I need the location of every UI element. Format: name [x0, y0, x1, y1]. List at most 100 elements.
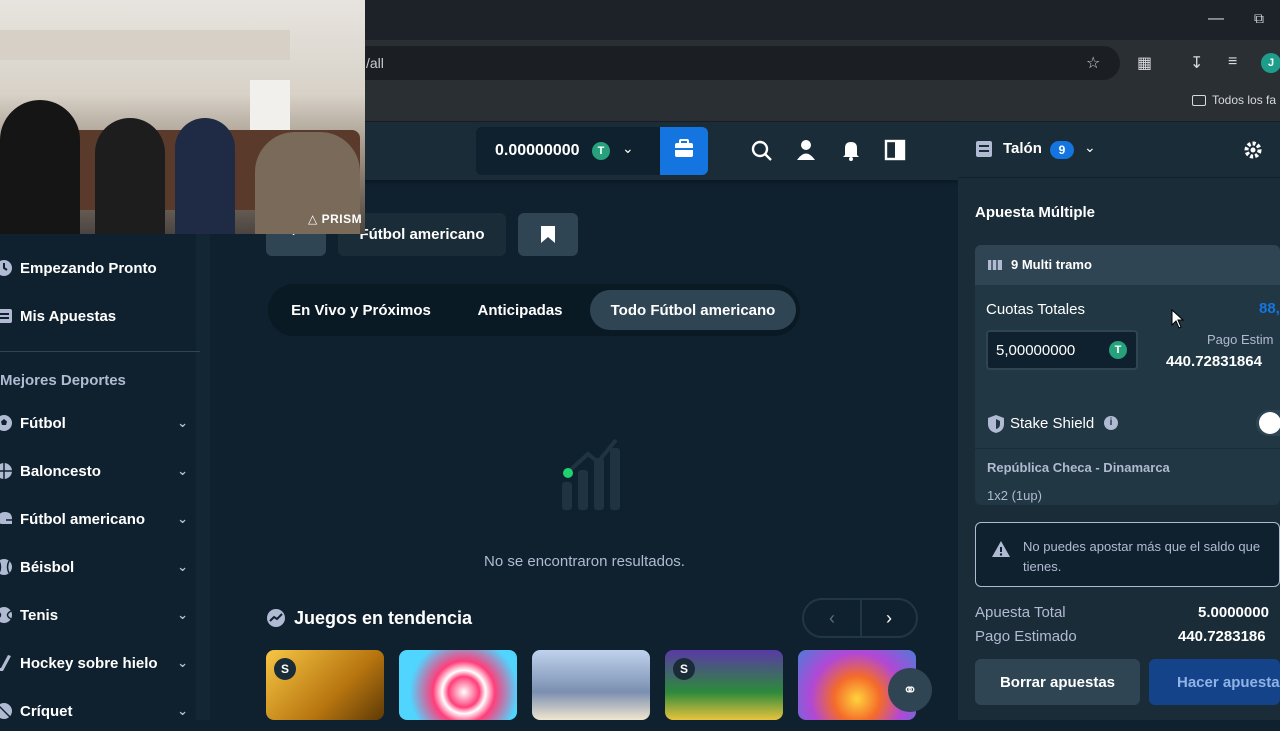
estimated-payout-value: 440.72831864 — [1166, 353, 1262, 370]
trending-title: Juegos en tendencia — [294, 608, 473, 628]
person — [175, 118, 235, 234]
tether-icon: T — [592, 142, 610, 160]
sidebar-divider — [0, 351, 200, 352]
sidebar-item-label: Béisbol — [20, 558, 75, 576]
folder-icon — [1192, 94, 1206, 106]
sidebar-item-ice-hockey[interactable]: Hockey sobre hielo ⌄ — [0, 643, 200, 683]
carousel-next-button[interactable]: › — [862, 600, 916, 636]
sidebar-item-label: Fútbol — [20, 414, 66, 432]
game-card[interactable]: S — [266, 650, 384, 720]
person — [0, 100, 80, 234]
download-icon[interactable]: ↧ — [1190, 53, 1203, 73]
wallet-button[interactable] — [660, 127, 708, 175]
total-bet-value: 5.0000000 — [1198, 604, 1269, 621]
betslip-title: Talón — [1003, 140, 1042, 157]
minimize-icon[interactable]: — — [1208, 10, 1224, 28]
address-text: /all — [366, 55, 384, 71]
cricket-ball-icon — [0, 703, 12, 719]
sidebar-item-baseball[interactable]: Béisbol ⌄ — [0, 547, 200, 587]
betslip-toggle-icon[interactable] — [884, 139, 906, 161]
stake-value: 5,00000000 — [996, 342, 1076, 359]
multi-leg-label: 9 Multi tramo — [1011, 257, 1092, 272]
sidebar-item-football[interactable]: Fútbol ⌄ — [0, 403, 200, 443]
tab-all-american-football[interactable]: Todo Fútbol americano — [590, 290, 796, 330]
chevron-down-icon: ⌄ — [177, 559, 188, 574]
chevron-down-icon: ⌄ — [622, 140, 634, 156]
sidebar-item-label: Críquet — [20, 702, 73, 720]
sidebar-item-label: Hockey sobre hielo — [20, 654, 158, 672]
chevron-down-icon: ⌄ — [177, 463, 188, 478]
sidebar-item-label: Baloncesto — [20, 462, 101, 480]
chevron-down-icon[interactable]: ⌄ — [1084, 139, 1096, 156]
warning-icon — [992, 541, 1010, 557]
total-bet-label: Apuesta Total — [975, 604, 1066, 621]
stake-shield-label: Stake Shield — [1010, 415, 1095, 432]
search-icon[interactable] — [751, 140, 773, 162]
warning-message: No puedes apostar más que el saldo que t… — [1023, 539, 1261, 574]
payout-value: 440.7283186 — [1178, 628, 1266, 645]
tab-outrights[interactable]: Anticipadas — [466, 290, 574, 330]
total-odds-value: 88, — [1259, 300, 1280, 317]
support-headset-icon[interactable]: ⚭ — [888, 668, 932, 712]
wallet-icon — [675, 139, 693, 157]
ceiling-beam — [0, 30, 290, 60]
stake-shield-toggle[interactable] — [1256, 410, 1280, 436]
stake-originals-icon: S — [274, 658, 296, 680]
address-bar[interactable] — [340, 46, 1120, 80]
clear-bets-button[interactable]: Borrar apuestas — [975, 659, 1140, 705]
chevron-down-icon: ⌄ — [177, 415, 188, 430]
sidebar-item-my-bets[interactable]: Mis Apuestas — [0, 296, 200, 336]
sidebar-item-basketball[interactable]: Baloncesto ⌄ — [0, 451, 200, 491]
bookmarks-folder-label: Todos los fa — [1212, 93, 1277, 107]
place-bet-button[interactable]: Hacer apuesta — [1149, 659, 1280, 705]
sidebar-item-label: Empezando Pronto — [20, 259, 157, 277]
card-divider — [975, 448, 1280, 449]
helmet-icon — [0, 512, 12, 524]
bookmark-icon — [541, 226, 555, 243]
shield-icon — [988, 415, 1004, 433]
carousel-prev-button[interactable]: ‹ — [804, 600, 860, 636]
match-name: República Checa - Dinamarca — [987, 460, 1170, 475]
empty-state-message: No se encontraron resultados. — [484, 553, 685, 570]
extensions-icon[interactable]: ▦ — [1137, 53, 1152, 73]
soccer-ball-icon — [0, 415, 12, 431]
estimated-payout-label: Pago Estim — [1207, 332, 1274, 347]
user-icon[interactable] — [795, 139, 817, 161]
mouse-cursor-icon — [1171, 309, 1185, 329]
media-icon[interactable]: ≡ — [1228, 53, 1237, 71]
tab-live-upcoming[interactable]: En Vivo y Próximos — [280, 290, 442, 330]
basketball-icon — [0, 463, 12, 479]
sidebar-item-label: Fútbol americano — [20, 510, 146, 528]
trending-icon — [267, 609, 285, 627]
betslip-count-badge: 9 — [1050, 141, 1074, 159]
balance-value: 0.00000000 — [495, 142, 580, 159]
game-card[interactable]: S — [665, 650, 783, 720]
star-icon[interactable]: ☆ — [1086, 53, 1100, 73]
list-icon — [0, 309, 12, 323]
sidebar-item-tennis[interactable]: Tenis ⌄ — [0, 595, 200, 635]
payout-label: Pago Estimado — [975, 628, 1077, 645]
chevron-down-icon: ⌄ — [177, 607, 188, 622]
chevron-down-icon: ⌄ — [177, 655, 188, 670]
profile-avatar[interactable]: J — [1261, 53, 1280, 73]
sidebar-item-starting-soon[interactable]: Empezando Pronto — [0, 248, 200, 288]
webcam-overlay: △ PRISM — [0, 0, 365, 234]
baseball-icon — [0, 559, 12, 575]
sidebar-item-american-football[interactable]: Fútbol americano ⌄ — [0, 499, 200, 539]
bell-icon[interactable] — [840, 139, 862, 161]
sidebar-section-title: Mejores Deportes — [0, 372, 126, 389]
gear-icon[interactable] — [1243, 140, 1263, 160]
prism-watermark: △ PRISM — [308, 212, 363, 226]
sidebar-item-cricket[interactable]: Críquet ⌄ — [0, 691, 200, 731]
bookmark-button[interactable] — [518, 213, 578, 256]
tether-icon: T — [1109, 341, 1127, 359]
game-card[interactable] — [532, 650, 650, 720]
game-card[interactable] — [399, 650, 517, 720]
restore-icon[interactable]: ⧉ — [1254, 10, 1264, 27]
chevron-down-icon: ⌄ — [177, 511, 188, 526]
market-name: 1x2 (1up) — [987, 488, 1042, 503]
toggle-knob — [1259, 412, 1280, 434]
bookmarks-folder[interactable]: Todos los fa — [1192, 93, 1276, 107]
info-icon[interactable]: i — [1104, 416, 1118, 430]
hockey-stick-icon — [0, 655, 11, 671]
